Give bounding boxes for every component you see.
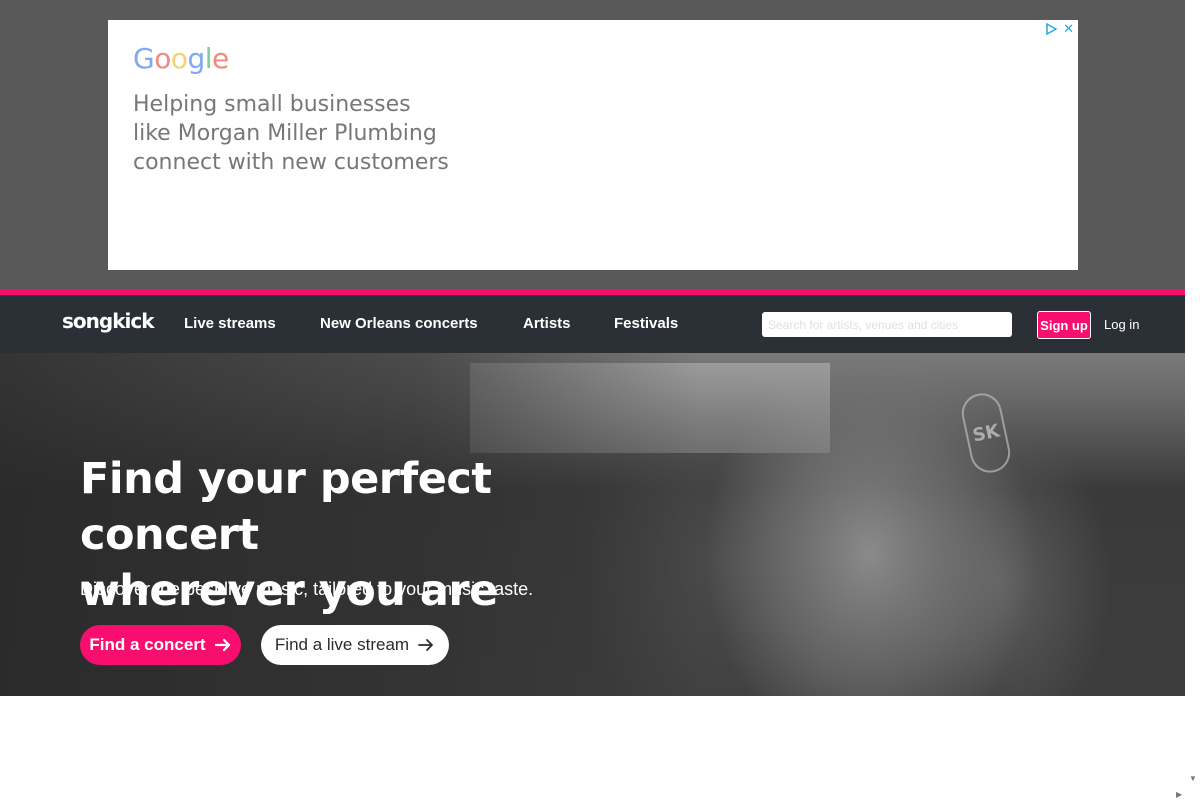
nav-link-artists[interactable]: Artists <box>523 315 571 332</box>
find-live-stream-label: Find a live stream <box>274 635 410 654</box>
nav-link-festivals[interactable]: Festivals <box>614 315 678 332</box>
close-icon[interactable]: ✕ <box>1063 22 1074 35</box>
scroll-right-icon[interactable]: ▶ <box>1176 790 1182 799</box>
ad-banner[interactable]: Google Helping small businesses like Mor… <box>108 20 1078 270</box>
hero-subtitle: Discover the best live music, tailored t… <box>80 579 534 599</box>
log-in-link[interactable]: Log in <box>1104 317 1139 332</box>
ad-choices-icon[interactable] <box>1045 23 1058 35</box>
find-concert-label: Find a concert <box>89 635 206 654</box>
ad-controls: ✕ <box>1045 22 1074 35</box>
ad-google-logo: Google <box>133 42 229 75</box>
songkick-logo[interactable]: songkick <box>62 309 155 333</box>
venue-sk-badge: SK <box>958 389 1014 477</box>
arrow-right-icon <box>214 638 230 652</box>
hero-title-line: Find your perfect concert <box>80 454 492 560</box>
sign-up-button[interactable]: Sign up <box>1037 311 1091 339</box>
vertical-scrollbar[interactable]: ▼ <box>1185 0 1200 803</box>
search-input[interactable] <box>762 312 1012 337</box>
find-concert-button[interactable]: Find a concert <box>80 625 241 665</box>
ad-headline-line: Helping small businesses <box>133 92 411 117</box>
hero-section: SK Find your perfect concert wherever yo… <box>0 353 1185 696</box>
top-navigation: songkick Live streams New Orleans concer… <box>0 295 1185 353</box>
nav-link-live-streams[interactable]: Live streams <box>184 315 276 332</box>
ad-headline-line: connect with new customers <box>133 150 449 175</box>
arrow-right-icon <box>418 639 433 651</box>
ad-area: Google Helping small businesses like Mor… <box>0 0 1185 290</box>
scroll-down-icon[interactable]: ▼ <box>1189 774 1197 783</box>
ad-headline: Helping small businesses like Morgan Mil… <box>133 90 533 177</box>
ad-headline-line: like Morgan Miller Plumbing <box>133 121 437 146</box>
find-live-stream-button[interactable]: Find a live stream <box>261 625 449 665</box>
nav-link-new-orleans-concerts[interactable]: New Orleans concerts <box>320 315 478 332</box>
